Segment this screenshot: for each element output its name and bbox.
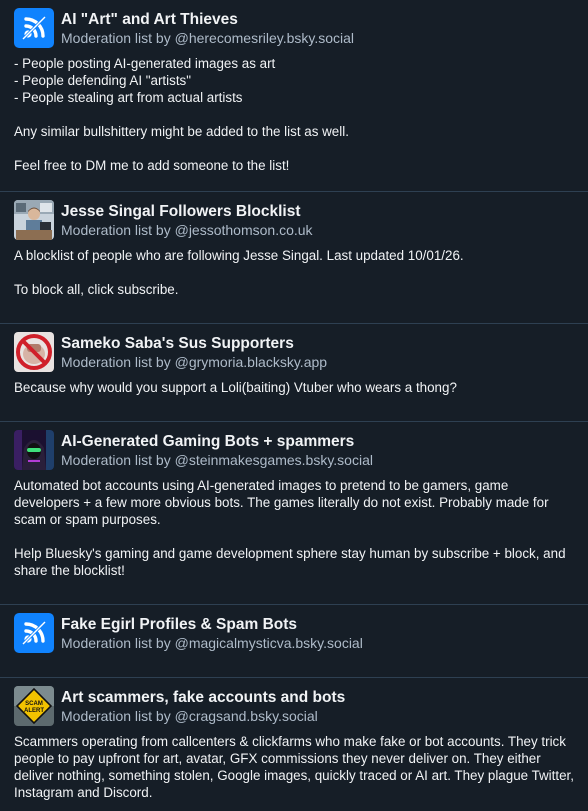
list-byline: Moderation list by @grymoria.blacksky.ap… — [61, 354, 328, 370]
list-item[interactable]: SCAM ALERT Art scammers, fake accounts an… — [0, 678, 588, 811]
list-title[interactable]: Art scammers, fake accounts and bots — [61, 688, 345, 707]
list-description: - People posting AI-generated images as … — [14, 56, 349, 173]
scam-alert-sign-image: SCAM ALERT — [14, 686, 54, 726]
list-description: Scammers operating from callcenters & cl… — [14, 734, 574, 800]
list-byline: Moderation list by @jessothomson.co.uk — [61, 222, 313, 238]
no-symbol-image — [14, 332, 54, 372]
list-item-header: Fake Egirl Profiles & Spam Bots Moderati… — [14, 613, 574, 653]
list-byline: Moderation list by @steinmakesgames.bsky… — [61, 452, 373, 468]
list-item-header: Jesse Singal Followers Blocklist Moderat… — [14, 200, 574, 240]
hooded-figure-image — [14, 430, 54, 470]
list-byline: Moderation list by @cragsand.bsky.social — [61, 708, 318, 724]
list-description: Automated bot accounts using AI-generate… — [14, 478, 566, 578]
default-list-icon — [14, 8, 54, 48]
default-list-icon — [14, 613, 54, 653]
list-title[interactable]: Jesse Singal Followers Blocklist — [61, 202, 313, 221]
moderation-lists-feed: AI "Art" and Art Thieves Moderation list… — [0, 0, 588, 811]
list-title[interactable]: AI-Generated Gaming Bots + spammers — [61, 432, 373, 451]
list-item[interactable]: AI-Generated Gaming Bots + spammers Mode… — [0, 422, 588, 605]
list-item-header: AI-Generated Gaming Bots + spammers Mode… — [14, 430, 574, 470]
list-item[interactable]: AI "Art" and Art Thieves Moderation list… — [0, 0, 588, 192]
list-byline: Moderation list by @herecomesriley.bsky.… — [61, 30, 355, 46]
list-item-header: SCAM ALERT Art scammers, fake accounts an… — [14, 686, 574, 726]
list-title[interactable]: Fake Egirl Profiles & Spam Bots — [61, 615, 363, 634]
list-item[interactable]: Fake Egirl Profiles & Spam Bots Moderati… — [0, 605, 588, 678]
list-title[interactable]: AI "Art" and Art Thieves — [61, 10, 354, 29]
list-description: Because why would you support a Loli(bai… — [14, 380, 457, 395]
list-byline: Moderation list by @magicalmysticva.bsky… — [61, 635, 363, 651]
list-item-header: AI "Art" and Art Thieves Moderation list… — [14, 8, 574, 48]
list-item[interactable]: Jesse Singal Followers Blocklist Moderat… — [0, 192, 588, 324]
list-description: A blocklist of people who are following … — [14, 248, 464, 297]
list-item[interactable]: Sameko Saba's Sus Supporters Moderation … — [0, 324, 588, 422]
list-item-header: Sameko Saba's Sus Supporters Moderation … — [14, 332, 574, 372]
list-title[interactable]: Sameko Saba's Sus Supporters — [61, 334, 327, 353]
person-at-desk-image — [14, 200, 54, 240]
scam-alert-sign-text: SCAM ALERT — [24, 701, 44, 714]
